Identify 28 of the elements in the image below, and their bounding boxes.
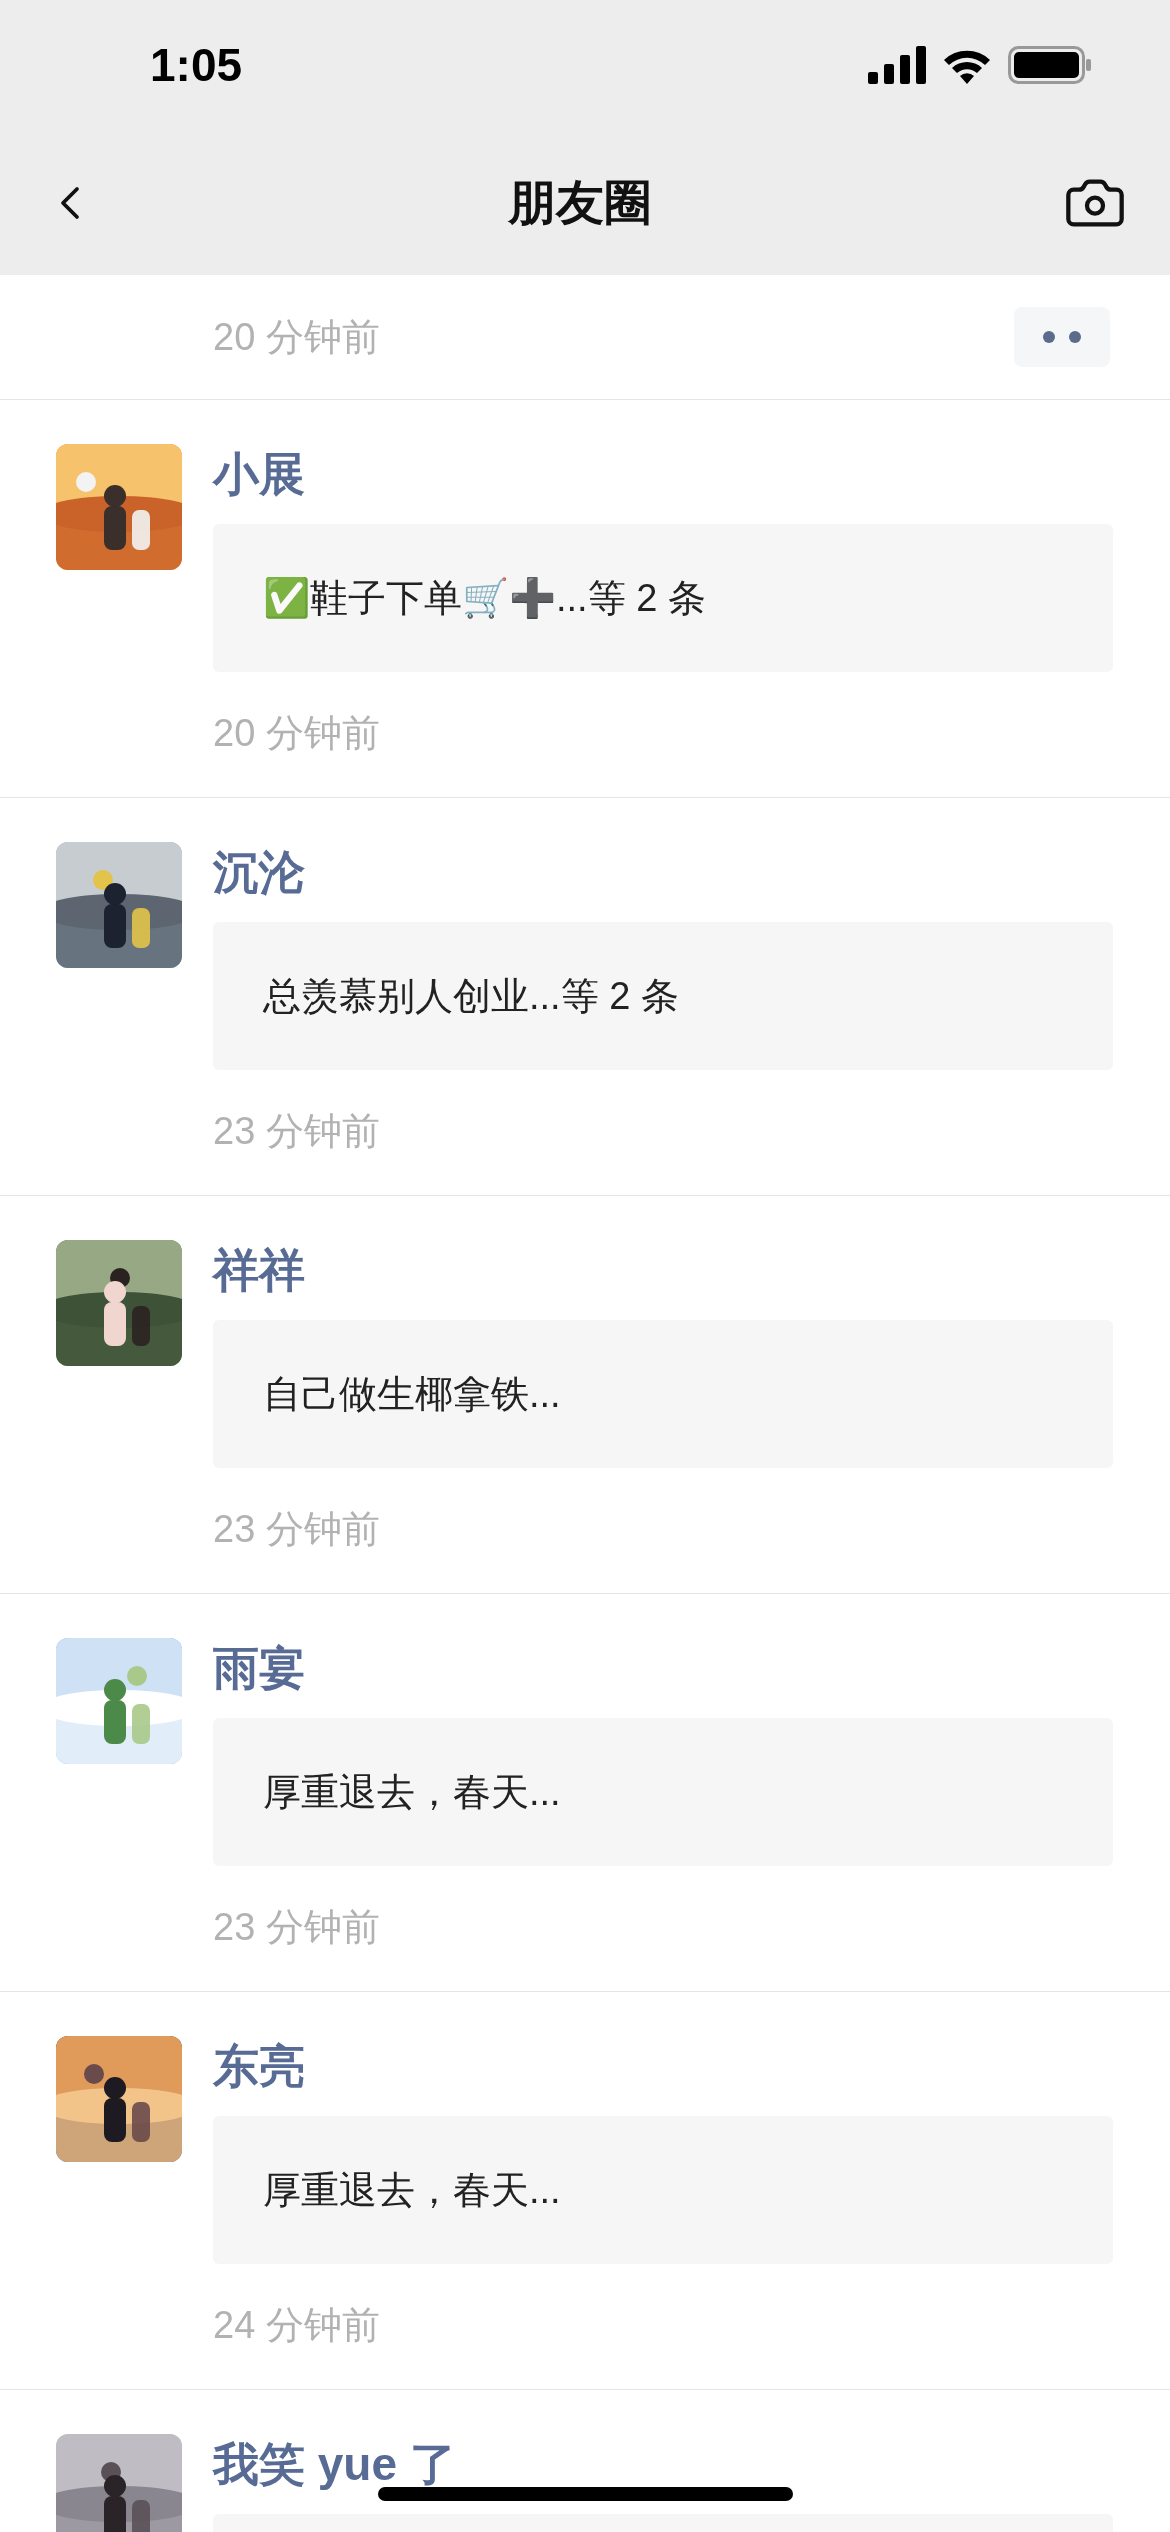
author-name[interactable]: 我笑 yue 了	[213, 2434, 456, 2494]
author-name[interactable]: 雨宴	[213, 1638, 305, 1698]
post-preview-text: 总羡慕别人创业...等 2 条	[263, 973, 679, 1019]
post-preview-card[interactable]: ✅鞋子下单🛒➕...等 2 条	[213, 524, 1113, 672]
post-preview-card[interactable]: 厚重退去，春天...	[213, 1718, 1113, 1866]
post-preview-text: 自己做生椰拿铁...	[263, 1371, 561, 1417]
post-preview-card[interactable]: 总羡慕别人创业...等 2 条	[213, 922, 1113, 1070]
signal-icon	[868, 46, 926, 84]
post-time: 20 分钟前	[213, 711, 380, 756]
more-button[interactable]	[1014, 307, 1110, 367]
author-name[interactable]: 祥祥	[213, 1240, 305, 1300]
post-preview-card[interactable]: 自己做生椰拿铁...	[213, 1320, 1113, 1468]
page-title: 朋友圈	[508, 174, 652, 231]
author-name[interactable]: 小展	[213, 444, 305, 504]
battery-icon	[1008, 46, 1092, 84]
post-preview-card[interactable]: 厚重退去，春天...	[213, 2116, 1113, 2264]
dots-icon	[1043, 331, 1081, 343]
author-name[interactable]: 沉沦	[213, 842, 305, 902]
post-preview-text: ✅鞋子下单🛒➕...等 2 条	[263, 575, 706, 621]
post-time: 23 分钟前	[213, 1507, 380, 1552]
status-time: 1:05	[150, 37, 243, 93]
post-time: 23 分钟前	[213, 1109, 380, 1154]
post-time: 20 分钟前	[213, 314, 380, 360]
post-time: 23 分钟前	[213, 1905, 380, 1950]
post-preview-text: 厚重退去，春天...	[263, 1769, 561, 1815]
author-name[interactable]: 东亮	[213, 2036, 305, 2096]
post-preview-text: 厚重退去，春天...	[263, 2167, 561, 2213]
post-time: 24 分钟前	[213, 2303, 380, 2348]
